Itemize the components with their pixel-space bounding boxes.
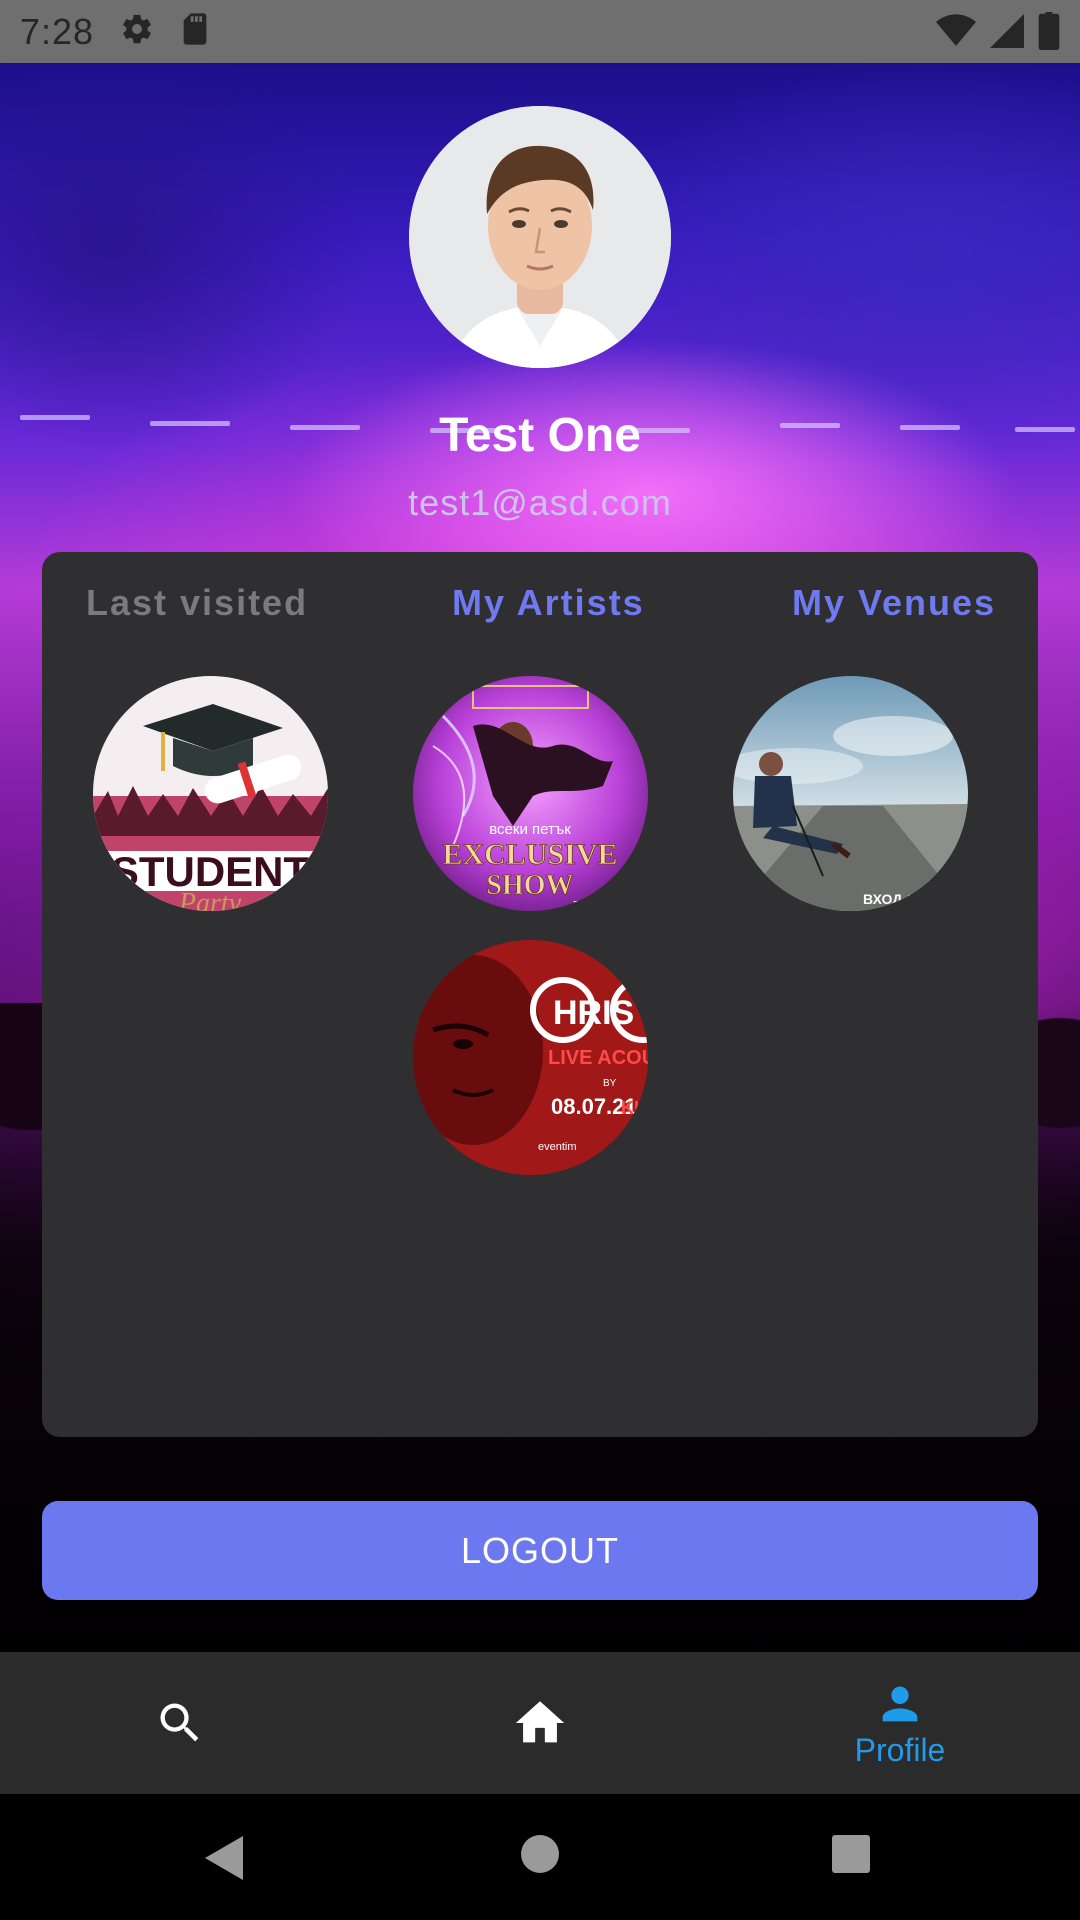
battery-icon <box>1038 12 1060 55</box>
tile-chris-name: HRIS <box>553 994 634 1032</box>
home-circle-icon[interactable] <box>520 1834 560 1879</box>
cell-signal-icon <box>990 13 1024 54</box>
tile-chris-venue: KIN <box>621 1098 648 1118</box>
sd-card-icon <box>180 12 210 51</box>
recents-square-icon[interactable] <box>831 1834 871 1879</box>
tab-my-venues[interactable]: My Venues <box>792 582 996 624</box>
nav-search[interactable] <box>60 1652 300 1794</box>
tile-show-rsvp: RSVP <box>573 900 601 911</box>
tile-chris-subtitle: LIVE ACOUST <box>548 1047 648 1069</box>
profile-email: test1@asd.com <box>408 482 672 523</box>
person-icon <box>882 1686 918 1721</box>
status-time: 7:28 <box>20 10 95 52</box>
settings-gear-icon <box>120 12 154 51</box>
event-tile-student-party[interactable]: STUDENT Party <box>93 676 328 911</box>
tile-show-small: всеки петък <box>489 821 571 838</box>
tile-venue-caption: ВХОД СВОБ <box>863 891 947 907</box>
event-tile-exclusive-show[interactable]: всеки петък EXCLUSIVE SHOW RSVP <box>413 676 648 911</box>
nav-profile[interactable]: Profile <box>780 1652 1020 1794</box>
event-tile-chris-live[interactable]: HRIS LIVE ACOUST BY 08.07.21 KIN eventim <box>413 940 648 1175</box>
system-navigation-bar <box>0 1794 1080 1920</box>
tile-chris-ticketing: eventim <box>538 1141 577 1153</box>
profile-name: Test One <box>439 409 641 462</box>
tab-last-visited[interactable]: Last visited <box>86 582 308 624</box>
home-icon <box>515 1701 565 1743</box>
tile-show-title: EXCLUSIVE <box>442 838 617 871</box>
tile-chris-by: BY <box>603 1078 617 1089</box>
nav-profile-label: Profile <box>854 1731 946 1768</box>
status-bar: 7:28 <box>0 0 1080 63</box>
tab-my-artists[interactable]: My Artists <box>452 582 645 624</box>
logout-button[interactable]: LOGOUT <box>42 1501 1038 1600</box>
back-icon[interactable] <box>203 1834 245 1887</box>
event-tile-open-road[interactable]: ВХОД СВОБ <box>733 676 968 911</box>
profile-avatar[interactable] <box>409 106 671 368</box>
nav-home[interactable] <box>420 1652 660 1794</box>
tile-show-subtitle: SHOW <box>486 870 573 901</box>
search-icon <box>160 1703 199 1742</box>
bottom-navigation: Profile <box>0 1652 1080 1794</box>
tile-student-subtitle: Party <box>178 888 242 911</box>
favorites-card: Last visited My Artists My Venues STUDEN… <box>42 552 1038 1437</box>
wifi-icon <box>936 13 976 54</box>
